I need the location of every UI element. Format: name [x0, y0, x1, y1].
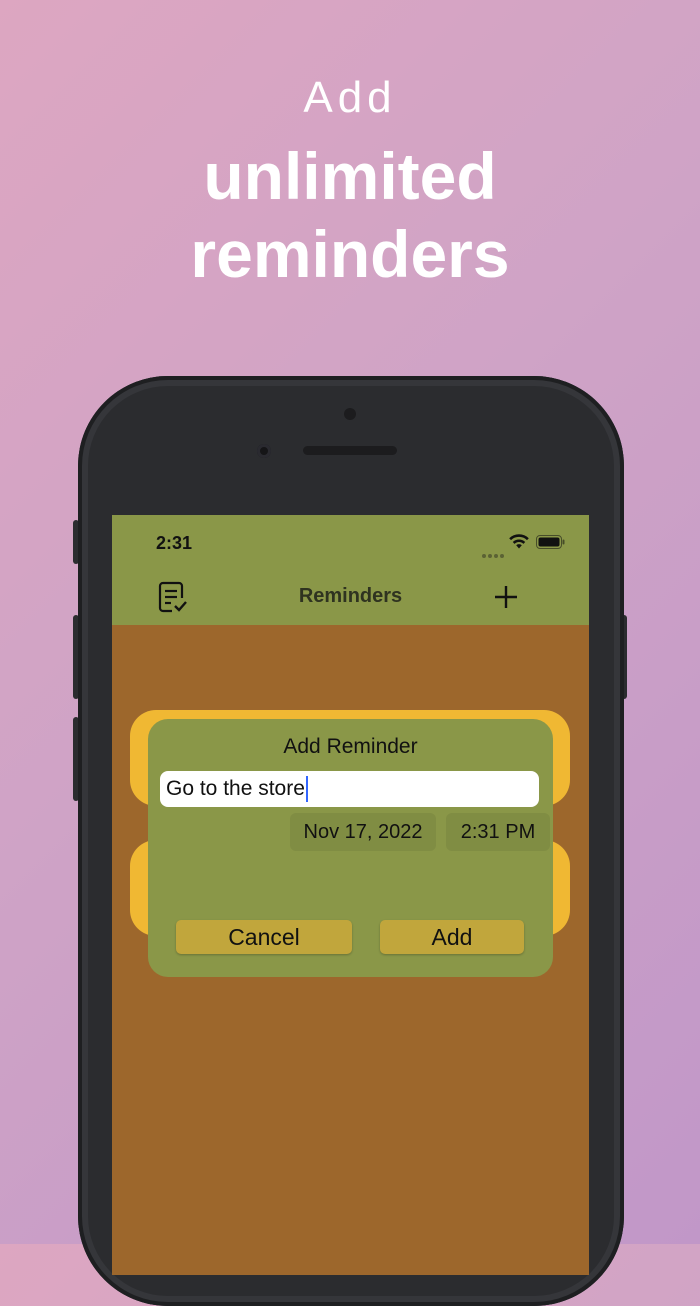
add-button[interactable]: Add — [380, 920, 524, 954]
status-time: 2:31 — [156, 533, 193, 553]
add-reminder-dialog: Add Reminder Go to the store Nov 17, 202… — [148, 719, 553, 977]
reminder-text-value: Go to the store — [166, 777, 305, 800]
time-picker[interactable]: 2:31 PM — [446, 813, 550, 851]
headline-line-3: reminders — [190, 217, 510, 291]
front-camera — [257, 444, 271, 458]
date-picker[interactable]: Nov 17, 2022 — [290, 813, 436, 851]
headline-line-1: Add — [303, 73, 397, 122]
app-screen: 2:31 Reminders Add Reminder Go to the st… — [112, 515, 589, 1275]
headline-line-2: unlimited — [203, 139, 497, 213]
cancel-button[interactable]: Cancel — [176, 920, 352, 954]
plus-icon[interactable] — [492, 583, 520, 611]
dialog-title: Add Reminder — [283, 735, 418, 758]
text-caret — [305, 776, 308, 803]
battery-icon — [536, 535, 565, 549]
top-bar: 2:31 Reminders — [112, 515, 589, 625]
earpiece-speaker — [303, 446, 397, 455]
headline: Add unlimited reminders — [0, 72, 700, 292]
proximity-sensor — [344, 408, 356, 420]
signal-dots-icon — [482, 545, 506, 563]
reminder-text-input[interactable]: Go to the store — [160, 771, 539, 807]
wifi-icon — [509, 534, 529, 549]
